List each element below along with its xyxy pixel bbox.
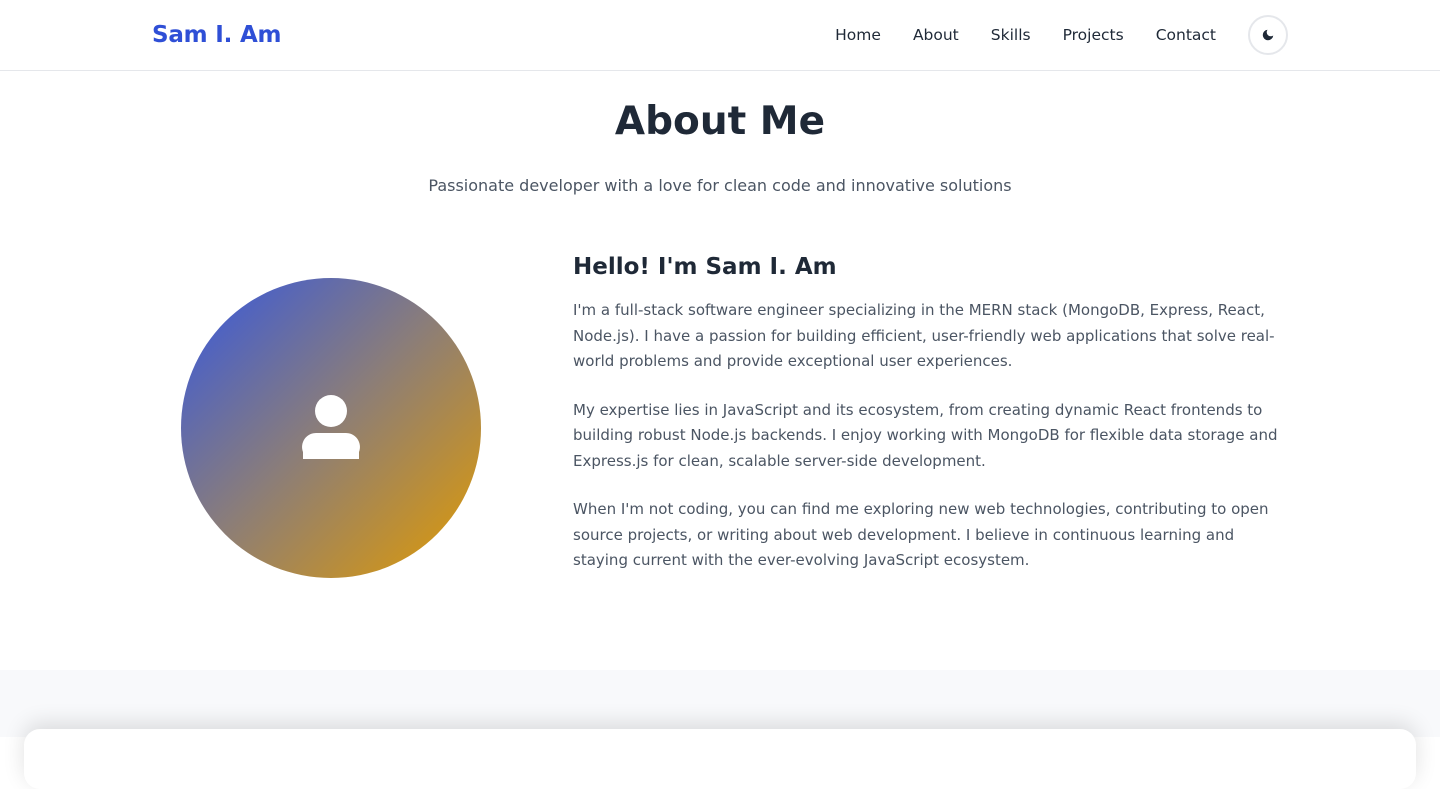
moon-icon [1261,28,1275,42]
about-text: Hello! I'm Sam I. Am I'm a full-stack so… [573,254,1289,597]
about-paragraph: I'm a full-stack software engineer speci… [573,301,1275,370]
nav-links: Home About Skills Projects Contact [835,26,1216,44]
brand-logo-link[interactable]: Sam I. Am [152,22,282,48]
about-paragraph: My expertise lies in JavaScript and its … [573,400,1278,470]
about-heading: Hello! I'm Sam I. Am [573,254,837,280]
about-paragraph: When I'm not coding, you can find me exp… [573,500,1269,569]
next-section-card [24,729,1416,789]
user-icon [302,395,360,461]
navbar: Sam I. Am Home About Skills Projects Con… [0,0,1440,71]
theme-toggle-button[interactable] [1248,15,1288,55]
navbar-inner: Sam I. Am Home About Skills Projects Con… [152,0,1288,70]
nav-link-projects[interactable]: Projects [1063,26,1124,44]
nav-link-skills[interactable]: Skills [991,26,1031,44]
avatar [181,278,481,578]
section-subtitle: Passionate developer with a love for cle… [428,176,1012,195]
next-section [0,670,1440,737]
nav-link-contact[interactable]: Contact [1156,26,1216,44]
nav-link-home[interactable]: Home [835,26,881,44]
about-section: About Me Passionate developer with a lov… [0,71,1440,670]
nav-right: Home About Skills Projects Contact [835,15,1288,55]
nav-link-about[interactable]: About [913,26,959,44]
section-title: About Me [614,99,826,144]
